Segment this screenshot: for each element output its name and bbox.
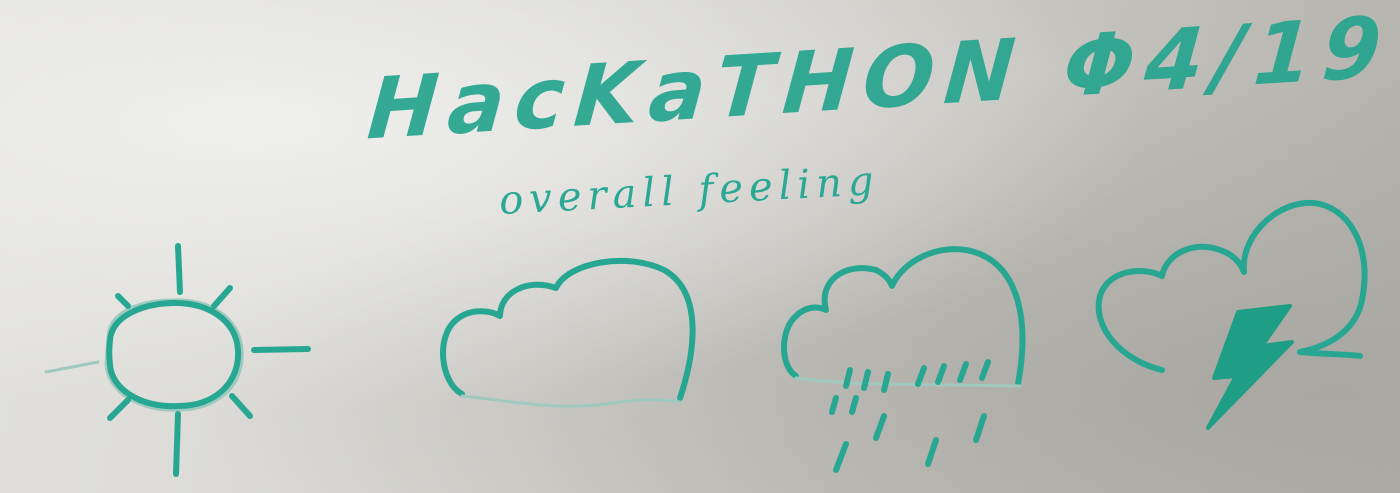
- drawings-layer: [44, 199, 1368, 477]
- thunderstorm-icon: [1095, 199, 1368, 430]
- cloud-icon: [440, 257, 696, 408]
- sun-icon: [44, 243, 311, 477]
- rain-cloud-icon: [781, 246, 1026, 473]
- whiteboard: HacKaTHON Φ4/19 overall feeling: [0, 0, 1400, 493]
